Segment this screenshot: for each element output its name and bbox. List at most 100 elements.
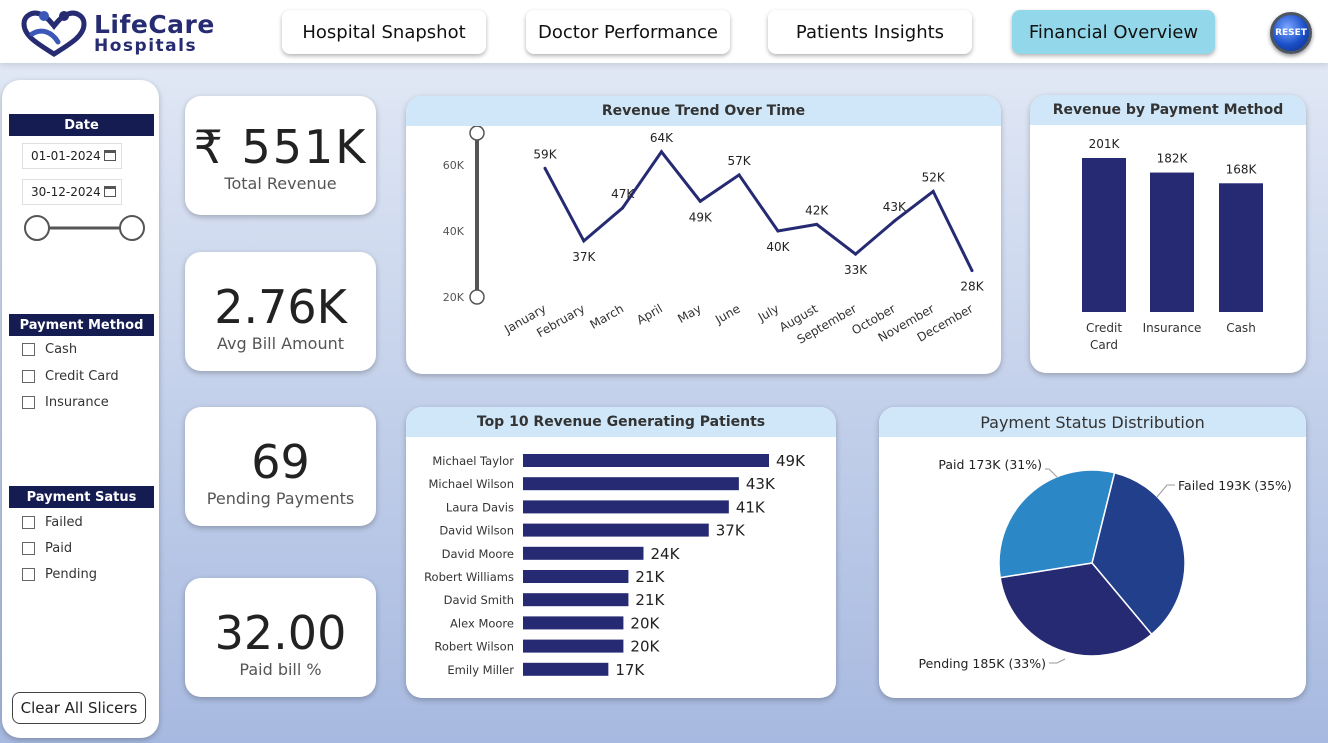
data-point xyxy=(698,199,702,203)
revenue-trend-card: Revenue Trend Over Time 20K 40K 60K 59K Janu… xyxy=(406,96,1001,374)
checkbox-failed[interactable]: Failed xyxy=(22,515,83,530)
data-label: 17K xyxy=(615,661,645,679)
bar xyxy=(523,616,624,630)
payment-status-slicer-header: Payment Satus xyxy=(9,486,154,508)
data-point xyxy=(543,166,547,170)
heart-people-icon xyxy=(21,10,87,57)
y-tick-label: Robert Wilson xyxy=(434,640,514,654)
checkbox-box[interactable] xyxy=(22,516,35,529)
bar xyxy=(1219,183,1263,312)
data-label: 59K xyxy=(533,147,557,161)
data-label: 21K xyxy=(635,568,665,586)
checkbox-cash[interactable]: Cash xyxy=(22,342,77,357)
bar xyxy=(523,454,769,467)
data-label: 47K xyxy=(611,187,635,201)
leader-line xyxy=(1156,484,1175,498)
leader-line xyxy=(1045,468,1058,478)
bar xyxy=(523,546,644,560)
tab-patients-insights[interactable]: Patients Insights xyxy=(768,10,972,54)
data-label: 21K xyxy=(635,591,665,609)
top-patients-card: Top 10 Revenue Generating Patients Micha… xyxy=(406,407,836,698)
data-point xyxy=(659,150,663,154)
tab-doctor-performance[interactable]: Doctor Performance xyxy=(526,10,730,54)
slice-label: Failed 193K (35%) xyxy=(1178,478,1292,493)
data-label: 201K xyxy=(1089,137,1121,151)
calendar-icon[interactable] xyxy=(104,150,116,161)
calendar-icon[interactable] xyxy=(104,186,116,197)
data-point xyxy=(776,229,780,233)
data-label: 49K xyxy=(776,452,806,470)
payment-status-card: Payment Status Distribution Failed 193K … xyxy=(879,407,1306,698)
data-label: 20K xyxy=(630,614,660,632)
payment-method-card: Revenue by Payment Method 201K Credit Card… xyxy=(1030,95,1306,373)
payment-status-chart: Failed 193K (35%) Pending 185K (33%) Paid … xyxy=(918,457,1292,671)
revenue-trend-chart: 20K40K60K59KJanuary37KFebruary47KMarch64… xyxy=(443,126,985,347)
kpi-total-revenue: ₹ 551K Total Revenue xyxy=(185,96,376,215)
bar xyxy=(1150,172,1194,312)
kpi-pending-payments: 69 Pending Payments xyxy=(185,407,376,526)
slicer-panel: Date 01-01-2024 30-12-2024 Payment Metho… xyxy=(2,80,159,738)
data-label: 37K xyxy=(572,250,596,264)
kpi-label: Total Revenue xyxy=(224,174,337,193)
data-point xyxy=(815,222,819,226)
data-label: 182K xyxy=(1157,152,1189,166)
data-label: 52K xyxy=(922,170,946,184)
data-label: 43K xyxy=(883,200,907,214)
data-point xyxy=(737,173,741,177)
kpi-value: 2.76K xyxy=(214,280,347,334)
checkbox-label: Cash xyxy=(45,342,78,357)
data-label: 43K xyxy=(746,475,776,493)
kpi-value: 69 xyxy=(251,435,310,489)
chart-title: Revenue Trend Over Time xyxy=(406,96,1001,126)
start-date-value: 01-01-2024 xyxy=(31,149,101,163)
x-tick-label: Cash xyxy=(1226,321,1256,335)
slider-handle-start[interactable] xyxy=(24,215,50,241)
start-date-input[interactable]: 01-01-2024 xyxy=(22,143,122,169)
tab-hospital-snapshot[interactable]: Hospital Snapshot xyxy=(282,10,486,54)
checkbox-paid[interactable]: Paid xyxy=(22,541,72,556)
top-bar: LifeCare Hospitals Hospital Snapshot Doc… xyxy=(0,0,1328,63)
checkbox-box[interactable] xyxy=(22,370,35,383)
clear-all-slicers-button[interactable]: Clear All Slicers xyxy=(12,692,146,724)
lifecare-logo: LifeCare Hospitals xyxy=(18,8,228,58)
data-label: 40K xyxy=(766,240,790,254)
slice-label: Pending 185K (33%) xyxy=(918,656,1046,671)
checkbox-pending[interactable]: Pending xyxy=(22,567,97,582)
slice-label: Paid 173K (31%) xyxy=(938,457,1042,472)
end-date-input[interactable]: 30-12-2024 xyxy=(22,179,122,205)
date-slicer-header: Date xyxy=(9,114,154,136)
data-label: 57K xyxy=(728,154,752,168)
reset-button[interactable]: RESET xyxy=(1270,12,1312,54)
y-tick-label: David Smith xyxy=(444,593,514,607)
y-tick-label: Alex Moore xyxy=(450,616,514,630)
leader-line xyxy=(1049,658,1066,664)
bar xyxy=(523,593,629,607)
checkbox-label: Paid xyxy=(45,541,73,556)
payment-method-slicer-header: Payment Method xyxy=(9,314,154,336)
data-label: 42K xyxy=(805,203,829,217)
bar xyxy=(523,662,609,676)
y-tick-label: Michael Taylor xyxy=(432,454,514,468)
tab-financial-overview[interactable]: Financial Overview xyxy=(1012,10,1215,54)
slider-handle-end[interactable] xyxy=(119,215,145,241)
checkbox-box[interactable] xyxy=(22,542,35,555)
checkbox-credit-card[interactable]: Credit Card xyxy=(22,369,119,384)
checkbox-box[interactable] xyxy=(22,343,35,356)
bar xyxy=(523,477,739,491)
zoom-handle-bottom[interactable] xyxy=(469,289,485,305)
y-tick-label: David Moore xyxy=(442,547,514,561)
bar xyxy=(523,500,729,514)
data-point xyxy=(582,239,586,243)
data-point xyxy=(892,219,896,223)
y-tick-label: 20K xyxy=(443,291,465,304)
data-label: 64K xyxy=(650,131,674,145)
checkbox-box[interactable] xyxy=(22,568,35,581)
date-range-slider[interactable] xyxy=(22,213,148,243)
top-patients-chart: Michael Taylor 49K Michael Wilson 43K Laura … xyxy=(424,452,806,679)
data-point xyxy=(931,189,935,193)
data-point xyxy=(621,206,625,210)
checkbox-box[interactable] xyxy=(22,396,35,409)
checkbox-insurance[interactable]: Insurance xyxy=(22,395,109,410)
y-tick-label: Laura Davis xyxy=(446,500,514,514)
zoom-handle-top[interactable] xyxy=(469,126,485,141)
